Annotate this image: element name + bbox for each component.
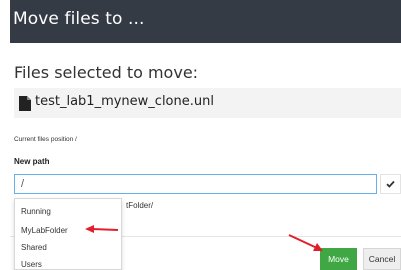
- arrow-to-move-button: [288, 234, 323, 251]
- selected-file-name: test_lab1_mynew_clone.unl: [35, 94, 214, 109]
- modal-header: Move files to ...: [10, 0, 401, 43]
- new-path-label: New path: [14, 157, 50, 166]
- confirm-path-button[interactable]: [380, 174, 401, 194]
- dropdown-item-shared[interactable]: Shared: [15, 243, 121, 252]
- files-selected-heading: Files selected to move:: [14, 63, 199, 82]
- partial-path-text: tFolder/: [126, 201, 154, 210]
- cancel-button[interactable]: Cancel: [363, 248, 401, 270]
- dropdown-item-mylabfolder[interactable]: MyLabFolder: [15, 226, 121, 235]
- modal-title: Move files to ...: [13, 9, 145, 29]
- current-position-text: Current files position /: [14, 136, 77, 143]
- dropdown-item-users[interactable]: Users: [15, 260, 121, 269]
- move-button[interactable]: Move: [320, 248, 357, 270]
- path-suggestions-dropdown: Running MyLabFolder Shared Users: [14, 198, 122, 270]
- selected-file-row: test_lab1_mynew_clone.unl: [14, 88, 401, 118]
- file-icon: [19, 96, 31, 111]
- checkmark-icon: [386, 180, 395, 188]
- new-path-input[interactable]: [14, 174, 377, 194]
- dropdown-item-running[interactable]: Running: [15, 207, 121, 216]
